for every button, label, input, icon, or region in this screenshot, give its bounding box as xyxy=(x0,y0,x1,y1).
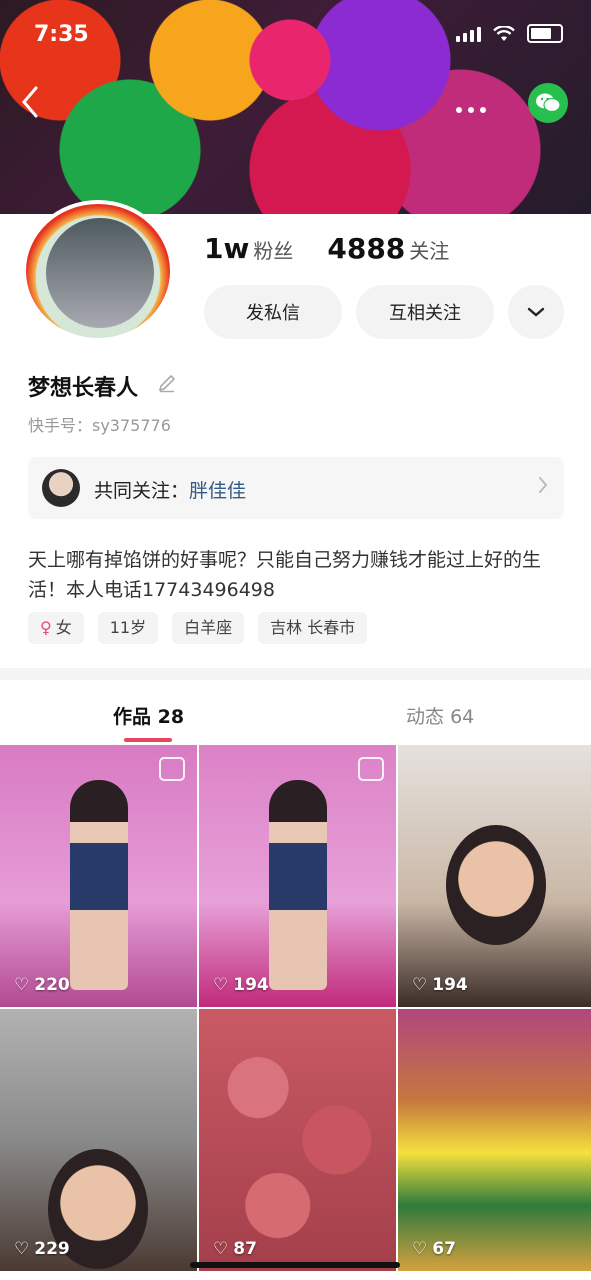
video-thumbnail[interactable]: ♡ 220 xyxy=(0,745,197,1007)
content-tabs: 作品 28 动态 64 xyxy=(0,680,591,744)
tab-works-count: 28 xyxy=(157,706,185,728)
age-tag: 11岁 xyxy=(97,612,159,644)
heart-icon: ♡ xyxy=(412,975,428,995)
fans-label: 粉丝 xyxy=(253,239,294,263)
following-label: 关注 xyxy=(409,239,450,263)
battery-icon xyxy=(527,24,563,43)
status-time: 7:35 xyxy=(34,22,89,47)
like-count: ♡ 220 xyxy=(14,975,70,995)
video-thumbnail[interactable]: ♡ 194 xyxy=(199,745,396,1007)
status-bar: 7:35 xyxy=(0,0,591,70)
profile-name: 梦想长春人 xyxy=(28,376,139,401)
mutual-avatar xyxy=(42,469,80,507)
like-value: 220 xyxy=(34,975,70,995)
mutual-follow-row[interactable]: 共同关注：胖佳佳 xyxy=(28,457,564,519)
status-icons xyxy=(456,24,563,43)
female-icon: ♀ xyxy=(40,618,52,637)
tab-works[interactable]: 作品 28 xyxy=(113,702,184,729)
video-thumbnail[interactable]: ♡ 229 xyxy=(0,1009,197,1271)
heart-icon: ♡ xyxy=(213,975,229,995)
avatar[interactable] xyxy=(22,200,174,342)
tab-moments[interactable]: 动态 64 xyxy=(406,702,474,729)
tab-moments-label: 动态 xyxy=(406,706,445,728)
follow-button[interactable]: 互相关注 xyxy=(356,285,494,339)
kuaishou-id: 快手号：sy375776 xyxy=(28,416,171,435)
chevron-down-icon[interactable] xyxy=(508,285,564,339)
section-divider xyxy=(0,668,591,680)
mutual-label: 共同关注： xyxy=(94,480,190,502)
like-count: ♡ 229 xyxy=(14,1239,70,1259)
profile-tags: ♀ 女 11岁 白羊座 吉林 长春市 xyxy=(28,612,368,644)
tab-works-label: 作品 xyxy=(113,706,152,728)
tab-indicator xyxy=(124,738,172,742)
avatar-photo xyxy=(46,218,154,328)
mutual-name[interactable]: 胖佳佳 xyxy=(189,480,246,502)
thumbnail-figure xyxy=(70,780,128,990)
profile-stats: 1w 粉丝 4888 关注 xyxy=(204,232,449,265)
zodiac-tag: 白羊座 xyxy=(172,612,245,644)
signal-icon xyxy=(456,26,481,42)
profile-bio: 天上哪有掉馅饼的好事呢？只能自己努力赚钱才能过上好的生活！本人电话1774349… xyxy=(28,549,542,601)
like-value: 67 xyxy=(432,1239,456,1259)
more-icon[interactable] xyxy=(455,92,487,120)
wechat-icon[interactable] xyxy=(528,83,568,123)
edit-icon[interactable] xyxy=(157,373,177,398)
gender-tag: ♀ 女 xyxy=(28,612,84,644)
home-indicator[interactable] xyxy=(190,1262,400,1268)
heart-icon: ♡ xyxy=(14,975,30,995)
like-value: 87 xyxy=(233,1239,257,1259)
heart-icon: ♡ xyxy=(412,1239,428,1259)
chevron-right-icon xyxy=(538,475,548,499)
mutual-label-wrap: 共同关注：胖佳佳 xyxy=(94,476,246,503)
video-thumbnail[interactable]: ♡ 194 xyxy=(398,745,591,1007)
heart-icon: ♡ xyxy=(14,1239,30,1259)
wifi-icon xyxy=(493,25,515,41)
like-value: 194 xyxy=(432,975,468,995)
tab-moments-count: 64 xyxy=(450,706,475,728)
like-count: ♡ 194 xyxy=(213,975,269,995)
like-count: ♡ 67 xyxy=(412,1239,456,1259)
heart-icon: ♡ xyxy=(213,1239,229,1259)
fans-stat[interactable]: 1w 粉丝 xyxy=(204,232,293,265)
video-thumbnail[interactable]: ♡ 87 xyxy=(199,1009,396,1271)
video-grid: ♡ 220 ♡ 194 ♡ 194 ♡ 229 ♡ 87 ♡ 67 xyxy=(0,745,591,1280)
pin-icon xyxy=(159,757,185,781)
location-tag: 吉林 长春市 xyxy=(258,612,368,644)
thumbnail-face xyxy=(446,825,546,945)
following-stat[interactable]: 4888 关注 xyxy=(327,232,449,265)
following-count: 4888 xyxy=(327,232,406,265)
gender-label: 女 xyxy=(55,618,72,637)
pin-icon xyxy=(358,757,384,781)
like-value: 194 xyxy=(233,975,269,995)
thumbnail-figure xyxy=(269,780,327,990)
back-icon[interactable] xyxy=(20,85,40,126)
message-button[interactable]: 发私信 xyxy=(204,285,342,339)
like-count: ♡ 194 xyxy=(412,975,468,995)
like-count: ♡ 87 xyxy=(213,1239,257,1259)
like-value: 229 xyxy=(34,1239,70,1259)
video-thumbnail[interactable]: ♡ 67 xyxy=(398,1009,591,1271)
fans-count: 1w xyxy=(204,232,250,265)
